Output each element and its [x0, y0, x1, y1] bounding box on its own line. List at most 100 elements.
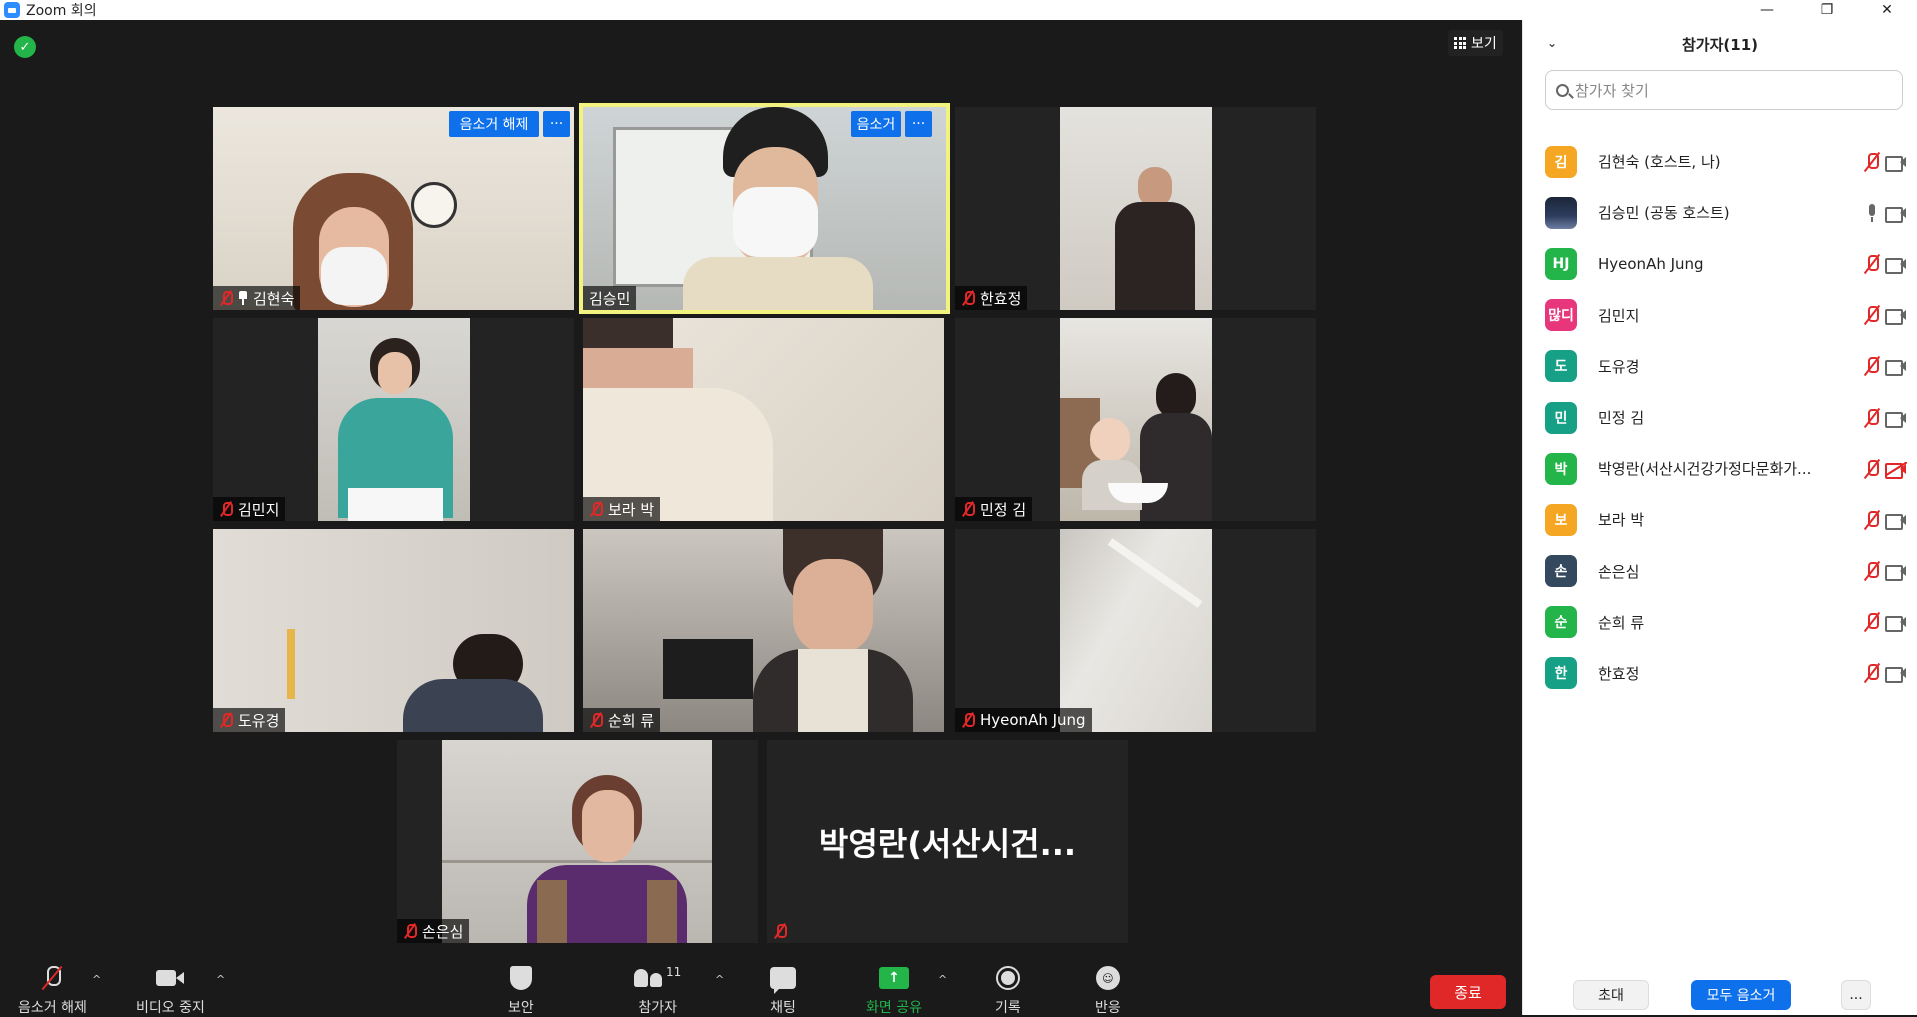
- security-button[interactable]: 보안: [508, 965, 534, 1017]
- video-tile[interactable]: 김민지: [213, 318, 574, 521]
- video-options-caret[interactable]: ^: [216, 973, 225, 986]
- more-options-button[interactable]: ...: [1841, 980, 1871, 1010]
- participant-video: [1060, 529, 1212, 732]
- tile-name-bar: 순희 류: [583, 708, 661, 732]
- muted-mic-icon: [589, 501, 603, 517]
- participant-row[interactable]: 보 보라 박: [1523, 494, 1917, 545]
- muted-mic-icon: [1863, 459, 1881, 479]
- participants-panel-header: ⌄ 참가자(11): [1523, 20, 1917, 68]
- tile-name-bar: 손은심: [397, 919, 470, 943]
- video-tile[interactable]: 순희 류: [583, 529, 944, 732]
- avatar: 손: [1545, 555, 1577, 588]
- window-controls: — ❐ ✕: [1737, 0, 1917, 20]
- reactions-label: 반응: [1095, 1000, 1121, 1016]
- participant-name: 김현숙 (호스트, 나): [1598, 153, 1721, 172]
- participant-name: 김민지: [238, 500, 280, 519]
- participant-name: 손은심: [1598, 562, 1640, 581]
- share-screen-label: 화면 공유: [866, 1000, 922, 1016]
- tile-more-button[interactable]: ···: [905, 111, 932, 137]
- view-button[interactable]: 보기: [1448, 30, 1503, 56]
- participants-options-caret[interactable]: ^: [715, 973, 724, 986]
- avatar: 박: [1545, 452, 1577, 485]
- muted-mic-icon: [1863, 305, 1881, 325]
- participant-row[interactable]: 많디 김민지: [1523, 290, 1917, 341]
- participant-row[interactable]: 순 순희 류: [1523, 597, 1917, 648]
- minimize-icon[interactable]: —: [1737, 0, 1797, 20]
- unmute-button[interactable]: 음소거 해제: [18, 965, 87, 1017]
- muted-mic-icon: [1863, 612, 1881, 632]
- muted-microphone-icon: [39, 965, 65, 991]
- participant-video: [318, 318, 470, 521]
- mute-all-button[interactable]: 모두 음소거: [1691, 980, 1791, 1010]
- participant-name: 김민지: [1598, 306, 1640, 325]
- participant-row[interactable]: 박 박영란(서산시건강가정다문화가...: [1523, 443, 1917, 494]
- avatar: 많디: [1545, 299, 1577, 332]
- chat-button[interactable]: 채팅: [770, 965, 796, 1017]
- unmute-request-button[interactable]: 음소거 해제: [449, 111, 539, 137]
- muted-mic-icon: [219, 290, 233, 306]
- tile-name-bar: 김민지: [213, 497, 286, 521]
- participant-list: 김 김현숙 (호스트, 나) 김승민 (공동 호스트) HJ HyeonAh J…: [1523, 136, 1917, 699]
- participants-button[interactable]: 11 참가자: [634, 965, 681, 1017]
- video-tile-active-speaker[interactable]: 김승민 음소거 ···: [579, 103, 950, 314]
- share-options-caret[interactable]: ^: [938, 973, 947, 986]
- participant-search-input[interactable]: 참가자 찾기: [1545, 70, 1903, 110]
- audio-options-caret[interactable]: ^: [92, 973, 101, 986]
- tile-name-bar: [767, 919, 793, 943]
- share-screen-button[interactable]: ↑ 화면 공유: [866, 965, 922, 1017]
- participant-video: [213, 107, 574, 310]
- restore-icon[interactable]: ❐: [1797, 0, 1857, 20]
- participant-row[interactable]: 민 민정 김: [1523, 392, 1917, 443]
- search-placeholder: 참가자 찾기: [1575, 81, 1649, 100]
- muted-mic-icon: [1863, 356, 1881, 376]
- camera-icon: [1885, 359, 1907, 377]
- meeting-toolbar: 음소거 해제 ^ 비디오 중지 ^ 보안 11 참가자 ^ 채팅 ↑ 화면 공유…: [0, 955, 1522, 1017]
- video-camera-icon: [156, 969, 185, 987]
- stop-video-label: 비디오 중지: [136, 1000, 205, 1016]
- participant-name: 민정 김: [1598, 409, 1645, 428]
- avatar-photo: [1545, 196, 1577, 229]
- mute-participant-button[interactable]: 음소거: [851, 111, 901, 137]
- participant-row[interactable]: HJ HyeonAh Jung: [1523, 238, 1917, 289]
- camera-icon: [1885, 411, 1907, 428]
- participant-row[interactable]: 김승민 (공동 호스트): [1523, 187, 1917, 238]
- video-tile[interactable]: 보라 박: [583, 318, 944, 521]
- close-icon[interactable]: ✕: [1857, 0, 1917, 20]
- video-tile[interactable]: 김현숙 음소거 해제 ···: [213, 107, 574, 310]
- participant-row[interactable]: 도 도유경: [1523, 341, 1917, 392]
- reactions-button[interactable]: ☺ 반응: [1095, 965, 1121, 1017]
- video-tile-camera-off[interactable]: 박영란(서산시건...: [767, 740, 1128, 943]
- video-tile[interactable]: 한효정: [955, 107, 1316, 310]
- invite-button[interactable]: 초대: [1573, 980, 1649, 1010]
- participants-count: 11: [666, 965, 682, 979]
- video-tile[interactable]: HyeonAh Jung: [955, 529, 1316, 732]
- participant-name: 김승민 (공동 호스트): [1598, 204, 1730, 223]
- meeting-area: ✓ 보기 김현숙 음소거 해제 ··· 김승민 음소거 ··· 한효정 김민지 …: [0, 20, 1522, 1015]
- participant-video: [583, 318, 944, 521]
- record-button[interactable]: 기록: [995, 965, 1021, 1017]
- tile-name-bar: 김승민: [583, 286, 637, 310]
- security-shield-icon[interactable]: ✓: [14, 36, 36, 58]
- participant-name: HyeonAh Jung: [980, 711, 1086, 729]
- participant-row[interactable]: 김 김현숙 (호스트, 나): [1523, 136, 1917, 187]
- video-tile[interactable]: 도유경: [213, 529, 574, 732]
- stop-video-button[interactable]: 비디오 중지: [136, 965, 205, 1017]
- tile-name-bar: 민정 김: [955, 497, 1033, 521]
- muted-mic-icon: [589, 712, 603, 728]
- tile-more-button[interactable]: ···: [543, 111, 570, 137]
- participant-row[interactable]: 한 한효정: [1523, 648, 1917, 699]
- camera-icon: [1885, 513, 1907, 530]
- participants-panel: ⌄ 참가자(11) 참가자 찾기 김 김현숙 (호스트, 나) 김승민 (공동 …: [1522, 20, 1917, 1015]
- end-meeting-button[interactable]: 종료: [1430, 975, 1506, 1009]
- participant-video: [213, 529, 574, 732]
- participant-row[interactable]: 손 손은심: [1523, 546, 1917, 597]
- video-tile[interactable]: 민정 김: [955, 318, 1316, 521]
- collapse-chevron-icon[interactable]: ⌄: [1547, 36, 1557, 50]
- video-tile[interactable]: 손은심: [397, 740, 758, 943]
- chat-label: 채팅: [770, 1000, 796, 1016]
- muted-mic-icon: [961, 290, 975, 306]
- participant-video: [1060, 318, 1212, 521]
- participant-name: 박영란(서산시건강가정다문화가...: [1598, 460, 1812, 479]
- tile-name-bar: HyeonAh Jung: [955, 708, 1092, 732]
- avatar: 김: [1545, 145, 1577, 178]
